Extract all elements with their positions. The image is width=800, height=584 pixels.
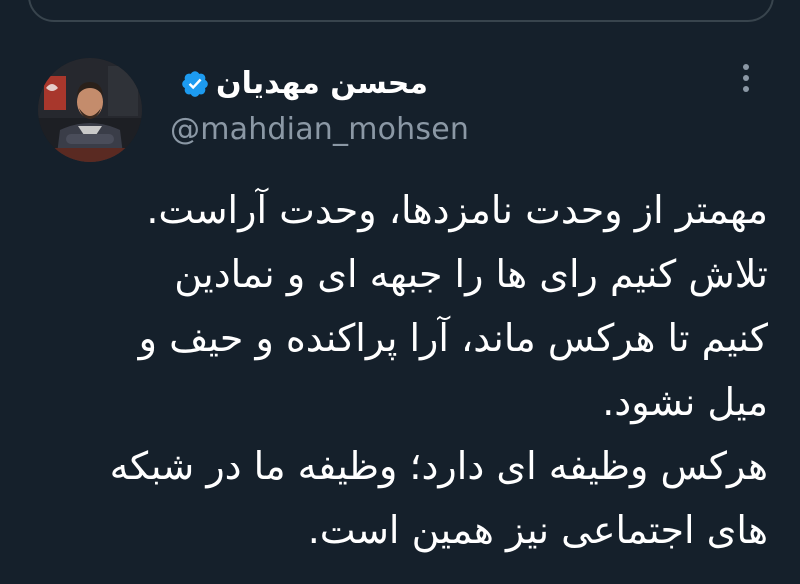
previous-card-border [28, 0, 774, 22]
tweet-text-line: مهمتر از وحدت نامزدها، وحدت آراست. [146, 188, 768, 232]
tweet-text-line: کنیم تا هرکس ماند، آرا پراکنده و حیف و [138, 316, 768, 360]
tweet-page: محسن مهدیان @mahdian_mohsen مهمتر از وحد… [0, 0, 800, 584]
tweet-text-line: هرکس وظیفه ای دارد؛ وظیفه ما در شبکه [109, 444, 768, 488]
verified-badge-icon [182, 70, 208, 97]
author-name-row[interactable]: محسن مهدیان [180, 66, 428, 101]
more-options-button[interactable] [728, 58, 764, 98]
more-options-icon [743, 64, 749, 92]
tweet-text-line: میل نشود. [602, 380, 768, 424]
tweet-text-line: تلاش کنیم رای ها را جبهه ای و نمادین [174, 252, 768, 296]
author-handle[interactable]: @mahdian_mohsen [170, 112, 469, 147]
avatar-image [38, 58, 142, 162]
avatar[interactable] [38, 58, 142, 162]
tweet-text: مهمتر از وحدت نامزدها، وحدت آراست. تلاش … [32, 178, 768, 562]
author-display-name: محسن مهدیان [215, 66, 428, 101]
tweet-text-line: های اجتماعی نیز همین است. [307, 508, 768, 552]
